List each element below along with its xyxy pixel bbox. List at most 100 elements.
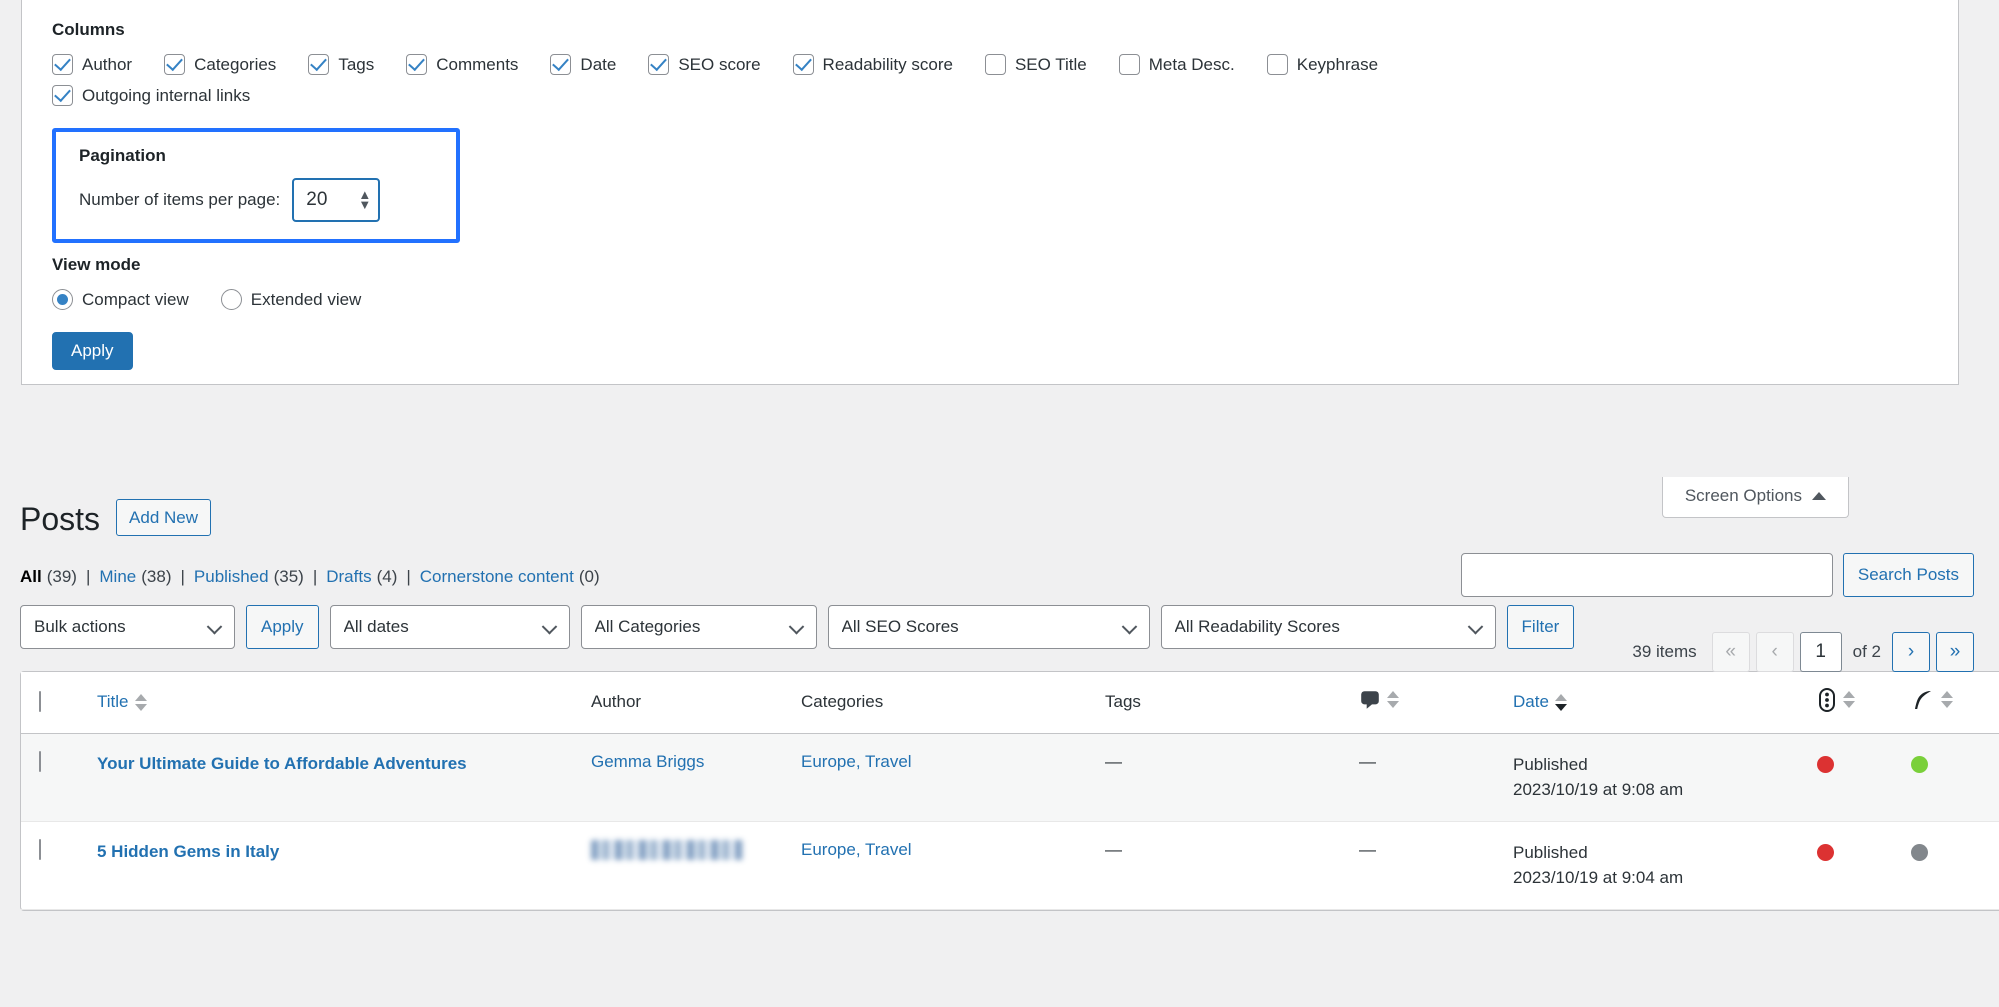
checkbox-icon[interactable]: [793, 54, 814, 75]
column-toggle-categories[interactable]: Categories: [164, 54, 276, 75]
comment-bubble-icon[interactable]: [1359, 689, 1381, 711]
sort-arrows-icon[interactable]: [1941, 691, 1953, 708]
column-toggle-outgoing-internal-links[interactable]: Outgoing internal links: [52, 85, 250, 106]
sort-arrows-icon[interactable]: [1843, 691, 1855, 708]
checkbox-icon[interactable]: [648, 54, 669, 75]
items-per-page-input[interactable]: 20 ▲▼: [292, 178, 380, 222]
sort-arrows-icon[interactable]: [1387, 691, 1399, 708]
header-date-link[interactable]: Date: [1513, 692, 1549, 712]
posts-page: Posts Add New All(39)|Mine(38)|Published…: [0, 490, 1999, 911]
seo-score-icon[interactable]: [1817, 688, 1837, 712]
screen-options-tab[interactable]: Screen Options: [1662, 477, 1849, 518]
view-mode-radio-group: Compact view Extended view: [52, 289, 1928, 310]
prev-page-button[interactable]: ‹: [1756, 632, 1794, 672]
row-title-cell: Your Ultimate Guide to Affordable Advent…: [97, 734, 591, 822]
status-link-count: (35): [274, 567, 304, 587]
column-toggle-label: Meta Desc.: [1149, 55, 1235, 75]
checkbox-icon[interactable]: [52, 85, 73, 106]
number-spinner-icon[interactable]: ▲▼: [358, 190, 371, 210]
last-page-button[interactable]: »: [1936, 632, 1974, 672]
status-link-separator: |: [406, 567, 410, 587]
checkbox-icon[interactable]: [550, 54, 571, 75]
search-input[interactable]: [1461, 553, 1833, 597]
status-link-all[interactable]: All(39): [20, 567, 77, 587]
sort-arrows-icon[interactable]: [135, 694, 147, 711]
row-select-cell: [21, 734, 97, 822]
seo-score-dot: [1817, 756, 1834, 773]
row-seo-score-cell: [1817, 822, 1911, 910]
checkbox-icon[interactable]: [308, 54, 329, 75]
row-date-cell: Published2023/10/19 at 9:04 am: [1513, 822, 1817, 910]
status-link-cornerstone-content[interactable]: Cornerstone content(0): [420, 567, 600, 587]
status-link-label[interactable]: Published: [194, 567, 269, 587]
row-checkbox[interactable]: [39, 751, 41, 772]
checkbox-icon[interactable]: [1119, 54, 1140, 75]
bulk-apply-button[interactable]: Apply: [246, 605, 319, 649]
row-categories-cell: Europe, Travel: [801, 734, 1105, 822]
column-toggle-tags[interactable]: Tags: [308, 54, 374, 75]
all-readability-scores-select[interactable]: All Readability Scores: [1161, 605, 1496, 649]
radio-icon[interactable]: [52, 289, 73, 310]
status-link-label[interactable]: All: [20, 567, 42, 587]
items-per-page-value: 20: [306, 189, 327, 211]
date-value: 2023/10/19 at 9:04 am: [1513, 865, 1803, 891]
view-mode-label: Compact view: [82, 290, 189, 310]
checkbox-icon[interactable]: [1267, 54, 1288, 75]
header-author: Author: [591, 672, 801, 734]
next-page-button[interactable]: ›: [1892, 632, 1930, 672]
header-title-link[interactable]: Title: [97, 692, 129, 712]
radio-icon[interactable]: [221, 289, 242, 310]
category-link[interactable]: Europe, Travel: [801, 752, 912, 771]
row-checkbox[interactable]: [39, 839, 41, 860]
column-toggle-seo-score[interactable]: SEO score: [648, 54, 760, 75]
screen-options-panel: Columns AuthorCategoriesTagsCommentsDate…: [21, 0, 1959, 385]
status-link-mine[interactable]: Mine(38): [99, 567, 171, 587]
row-readability-score-cell: [1911, 734, 1999, 822]
all-dates-select[interactable]: All dates: [330, 605, 570, 649]
column-toggle-keyphrase[interactable]: Keyphrase: [1267, 54, 1378, 75]
status-link-label[interactable]: Drafts: [326, 567, 371, 587]
all-categories-select[interactable]: All Categories: [581, 605, 817, 649]
view-mode-compact-view[interactable]: Compact view: [52, 289, 189, 310]
bulk-actions-select[interactable]: Bulk actions: [20, 605, 235, 649]
column-toggle-readability-score[interactable]: Readability score: [793, 54, 953, 75]
table-row: 5 Hidden Gems in ItalyEurope, Travel——Pu…: [21, 822, 1999, 910]
row-comments-cell: —: [1359, 734, 1513, 822]
first-page-button[interactable]: «: [1712, 632, 1750, 672]
header-tags: Tags: [1105, 672, 1359, 734]
column-toggle-label: Date: [580, 55, 616, 75]
add-new-button[interactable]: Add New: [116, 499, 211, 537]
view-mode-extended-view[interactable]: Extended view: [221, 289, 362, 310]
post-title-link[interactable]: 5 Hidden Gems in Italy: [97, 842, 279, 861]
status-link-label[interactable]: Cornerstone content: [420, 567, 574, 587]
checkbox-icon[interactable]: [985, 54, 1006, 75]
sort-arrows-icon[interactable]: [1555, 694, 1567, 711]
table-row: Your Ultimate Guide to Affordable Advent…: [21, 734, 1999, 822]
author-link[interactable]: Gemma Briggs: [591, 752, 704, 771]
column-toggle-label: Tags: [338, 55, 374, 75]
checkbox-icon[interactable]: [164, 54, 185, 75]
select-all-checkbox[interactable]: [39, 691, 41, 712]
status-link-drafts[interactable]: Drafts(4): [326, 567, 397, 587]
status-link-label[interactable]: Mine: [99, 567, 136, 587]
status-link-separator: |: [180, 567, 184, 587]
column-toggle-comments[interactable]: Comments: [406, 54, 518, 75]
status-link-published[interactable]: Published(35): [194, 567, 304, 587]
category-link[interactable]: Europe, Travel: [801, 840, 912, 859]
column-toggle-date[interactable]: Date: [550, 54, 616, 75]
readability-feather-icon[interactable]: [1911, 688, 1935, 712]
checkbox-icon[interactable]: [406, 54, 427, 75]
view-mode-legend: View mode: [52, 255, 1928, 275]
screen-options-apply-button[interactable]: Apply: [52, 332, 133, 370]
column-toggle-seo-title[interactable]: SEO Title: [985, 54, 1087, 75]
status-link-count: (38): [141, 567, 171, 587]
search-posts-button[interactable]: Search Posts: [1843, 553, 1974, 597]
checkbox-icon[interactable]: [52, 54, 73, 75]
all-seo-scores-select[interactable]: All SEO Scores: [828, 605, 1150, 649]
post-title-link[interactable]: Your Ultimate Guide to Affordable Advent…: [97, 754, 467, 773]
current-page-input[interactable]: 1: [1800, 632, 1842, 672]
row-select-cell: [21, 822, 97, 910]
column-toggle-meta-desc[interactable]: Meta Desc.: [1119, 54, 1235, 75]
column-toggle-author[interactable]: Author: [52, 54, 132, 75]
filter-button[interactable]: Filter: [1507, 605, 1575, 649]
